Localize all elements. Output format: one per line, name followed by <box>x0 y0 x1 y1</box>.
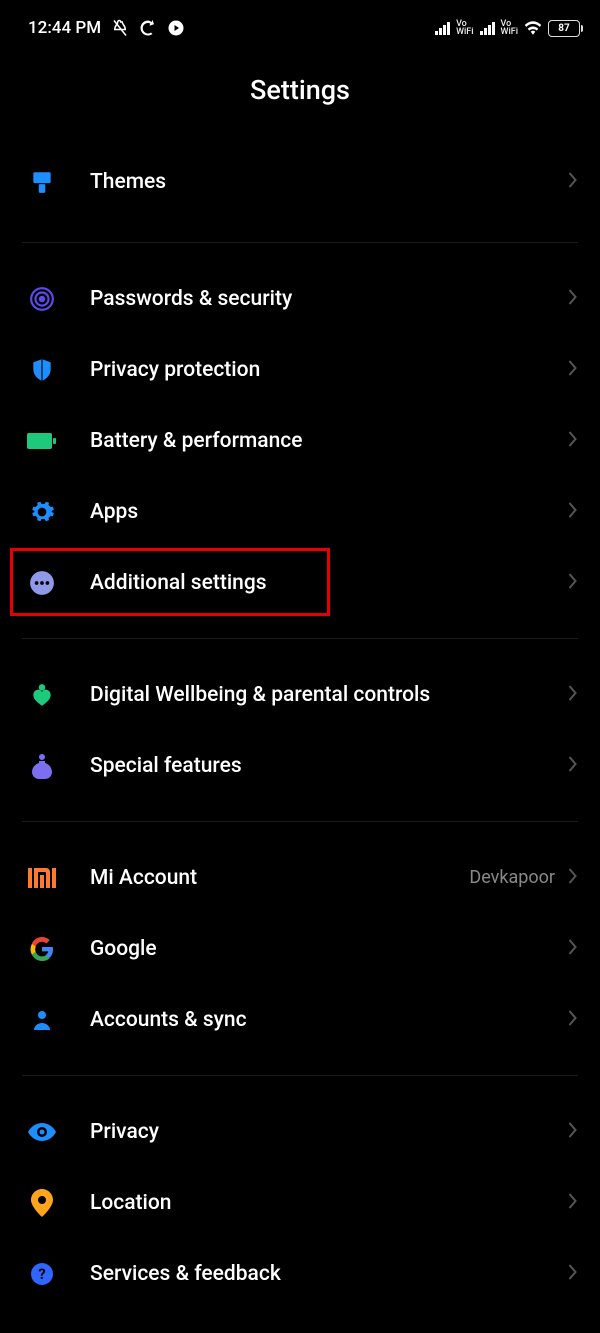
chevron-right-icon <box>567 359 578 381</box>
eye-icon <box>22 1116 62 1148</box>
settings-row-location[interactable]: Location <box>0 1167 600 1238</box>
chevron-right-icon <box>567 1009 578 1031</box>
chevron-right-icon <box>567 430 578 452</box>
chevron-right-icon <box>567 1263 578 1285</box>
divider <box>22 1075 578 1076</box>
chevron-right-icon <box>567 938 578 960</box>
status-bar: 12:44 PM VoWiFi VoWiFi 87 <box>0 0 600 50</box>
row-label: Themes <box>90 170 567 194</box>
cloud-sync-icon <box>139 19 157 37</box>
settings-row-mi-account[interactable]: Mi Account Devkapoor <box>0 842 600 913</box>
settings-row-services[interactable]: ? Services & feedback <box>0 1238 600 1309</box>
settings-row-privacy-protection[interactable]: Privacy protection <box>0 334 600 405</box>
fingerprint-icon <box>22 283 62 315</box>
status-right: VoWiFi VoWiFi 87 <box>435 20 580 37</box>
svg-text:?: ? <box>38 1265 45 1283</box>
chevron-right-icon <box>567 171 578 193</box>
chevron-right-icon <box>567 501 578 523</box>
settings-row-apps[interactable]: Apps <box>0 476 600 547</box>
chevron-right-icon <box>567 684 578 706</box>
chevron-right-icon <box>567 867 578 889</box>
wifi-icon <box>524 21 542 35</box>
mute-icon <box>111 19 129 37</box>
divider <box>22 638 578 639</box>
row-label: Services & feedback <box>90 1262 567 1286</box>
status-left: 12:44 PM <box>28 18 185 38</box>
location-pin-icon <box>22 1187 62 1219</box>
shield-icon <box>22 354 62 386</box>
settings-row-themes[interactable]: Themes <box>0 142 600 222</box>
more-icon <box>22 567 62 599</box>
chevron-right-icon <box>567 1192 578 1214</box>
row-label: Mi Account <box>90 866 469 890</box>
row-label: Apps <box>90 500 567 524</box>
row-label: Digital Wellbeing & parental controls <box>90 683 567 707</box>
signal-2-icon <box>480 21 495 35</box>
settings-row-additional[interactable]: Additional settings <box>0 547 600 618</box>
row-label: Privacy <box>90 1120 567 1144</box>
battery-icon <box>22 425 62 457</box>
battery-icon: 87 <box>548 20 580 37</box>
row-label: Special features <box>90 754 567 778</box>
vowifi-2-icon: VoWiFi <box>501 20 518 36</box>
row-label: Location <box>90 1191 567 1215</box>
flask-icon <box>22 750 62 782</box>
settings-row-google[interactable]: Google <box>0 913 600 984</box>
signal-1-icon <box>435 21 450 35</box>
row-label: Passwords & security <box>90 287 567 311</box>
divider <box>22 242 578 243</box>
settings-row-accounts-sync[interactable]: Accounts & sync <box>0 984 600 1055</box>
mi-logo-icon <box>22 862 62 894</box>
help-icon: ? <box>22 1258 62 1290</box>
settings-row-privacy[interactable]: Privacy <box>0 1096 600 1167</box>
play-icon <box>167 19 185 37</box>
row-label: Privacy protection <box>90 358 567 382</box>
chevron-right-icon <box>567 755 578 777</box>
themes-icon <box>22 166 62 198</box>
row-value: Devkapoor <box>469 867 555 888</box>
row-label: Additional settings <box>90 571 567 595</box>
settings-row-battery[interactable]: Battery & performance <box>0 405 600 476</box>
person-icon <box>22 1004 62 1036</box>
status-time: 12:44 PM <box>28 18 101 38</box>
google-icon <box>22 933 62 965</box>
vowifi-1-icon: VoWiFi <box>456 20 473 36</box>
gear-icon <box>22 496 62 528</box>
chevron-right-icon <box>567 1121 578 1143</box>
wellbeing-icon <box>22 679 62 711</box>
page-title: Settings <box>0 50 600 142</box>
row-label: Battery & performance <box>90 429 567 453</box>
chevron-right-icon <box>567 572 578 594</box>
row-label: Accounts & sync <box>90 1008 567 1032</box>
battery-level: 87 <box>558 23 569 34</box>
settings-row-passwords[interactable]: Passwords & security <box>0 263 600 334</box>
divider <box>22 821 578 822</box>
row-label: Google <box>90 937 567 961</box>
settings-row-wellbeing[interactable]: Digital Wellbeing & parental controls <box>0 659 600 730</box>
settings-row-special[interactable]: Special features <box>0 730 600 801</box>
chevron-right-icon <box>567 288 578 310</box>
